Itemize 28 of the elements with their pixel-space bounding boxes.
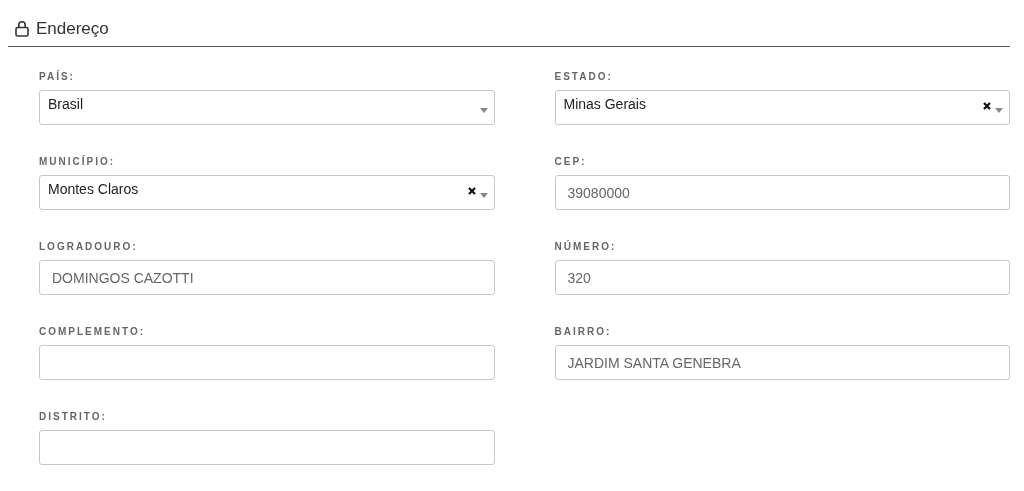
input-field[interactable]: DOMINGOS CAZOTTI (39, 260, 495, 295)
clear-icon[interactable] (983, 101, 991, 110)
input-field[interactable]: JARDIM SANTA GENEBRA (554, 345, 1010, 380)
field-label: CEP: (554, 156, 588, 169)
caret-icon[interactable] (479, 192, 488, 198)
select-field[interactable]: Montes Claros (39, 175, 495, 210)
clear-icon[interactable] (467, 186, 476, 195)
select-value: Brasil (48, 95, 84, 114)
field-label: MUNICÍPIO: (39, 156, 117, 169)
field-label: COMPLEMENTO: (39, 326, 147, 339)
section-title: Endereço (36, 17, 109, 40)
field-label: ESTADO: (554, 71, 614, 84)
field-label: PAÍS: (39, 71, 76, 84)
field-label: DISTRITO: (39, 411, 108, 424)
lock-icon (14, 20, 30, 37)
select-value: Minas Gerais (563, 95, 647, 114)
input-field[interactable]: 39080000 (554, 175, 1010, 210)
field-label: BAIRRO: (554, 326, 613, 339)
select-field[interactable]: Minas Gerais (554, 90, 1010, 125)
caret-icon[interactable] (995, 107, 1003, 113)
caret-icon[interactable] (479, 107, 488, 113)
select-value: Montes Claros (48, 180, 140, 199)
input-field[interactable] (39, 345, 495, 380)
input-field[interactable]: 320 (554, 260, 1010, 295)
field-label: NÚMERO: (554, 241, 618, 254)
input-field[interactable] (39, 430, 495, 465)
select-field[interactable]: Brasil (39, 90, 495, 125)
field-label: LOGRADOURO: (39, 241, 139, 254)
